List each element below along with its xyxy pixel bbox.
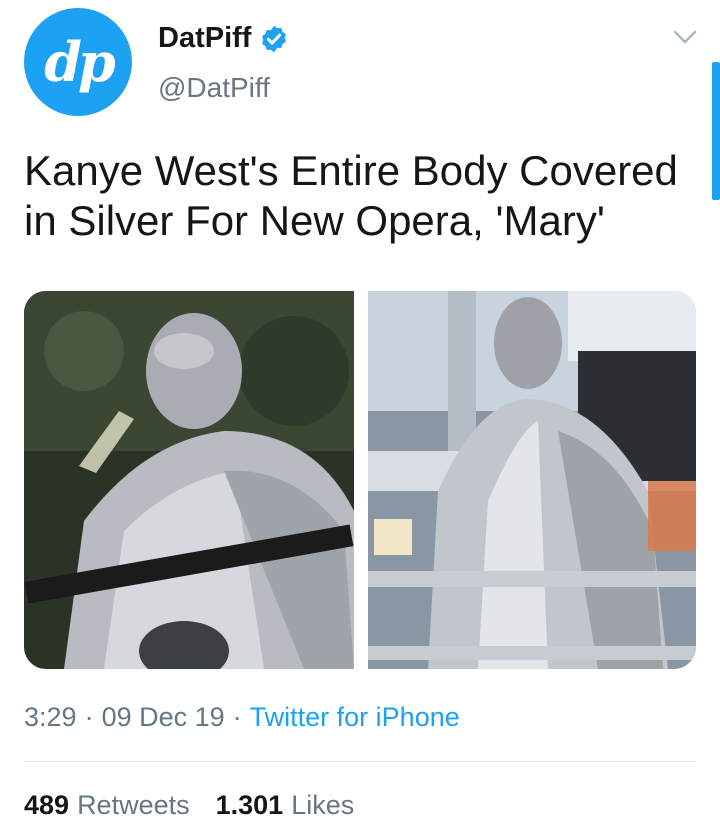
retweets-count: 489 [24, 790, 70, 820]
meta-separator: · [232, 702, 242, 732]
author-name[interactable]: DatPiff [158, 22, 251, 55]
tweet-photo-2[interactable] [368, 291, 696, 669]
verified-badge-icon [262, 25, 287, 52]
retweets-stat[interactable]: 489 Retweets [24, 790, 190, 821]
likes-count: 1.301 [215, 790, 284, 820]
tweet-stats: 489 Retweets 1.301 Likes [24, 790, 354, 821]
likes-stat[interactable]: 1.301 Likes [216, 790, 355, 821]
author-handle[interactable]: @DatPiff [158, 72, 270, 104]
tweet-source-link[interactable]: Twitter for iPhone [250, 702, 460, 733]
photo-1-image [24, 291, 354, 669]
divider [24, 761, 696, 762]
author-avatar[interactable]: dp [24, 8, 132, 116]
tweet-time: 3:29 [24, 702, 77, 732]
tweet-date: 09 Dec 19 [101, 702, 225, 732]
avatar-logo-text: dp [44, 30, 115, 94]
tweet-text: Kanye West's Entire Body Covered in Silv… [24, 147, 678, 244]
photo-2-image [368, 291, 696, 669]
scrollbar[interactable] [712, 62, 720, 200]
tweet-photo-1[interactable] [24, 291, 354, 669]
meta-separator: · [84, 702, 94, 732]
chevron-down-icon[interactable] [670, 26, 700, 48]
tweet-meta: 3:29 · 09 Dec 19 · Twitter for iPhone [24, 702, 460, 733]
retweets-label: Retweets [77, 790, 190, 820]
likes-label: Likes [291, 790, 355, 820]
author-name-row: DatPiff [158, 22, 289, 55]
